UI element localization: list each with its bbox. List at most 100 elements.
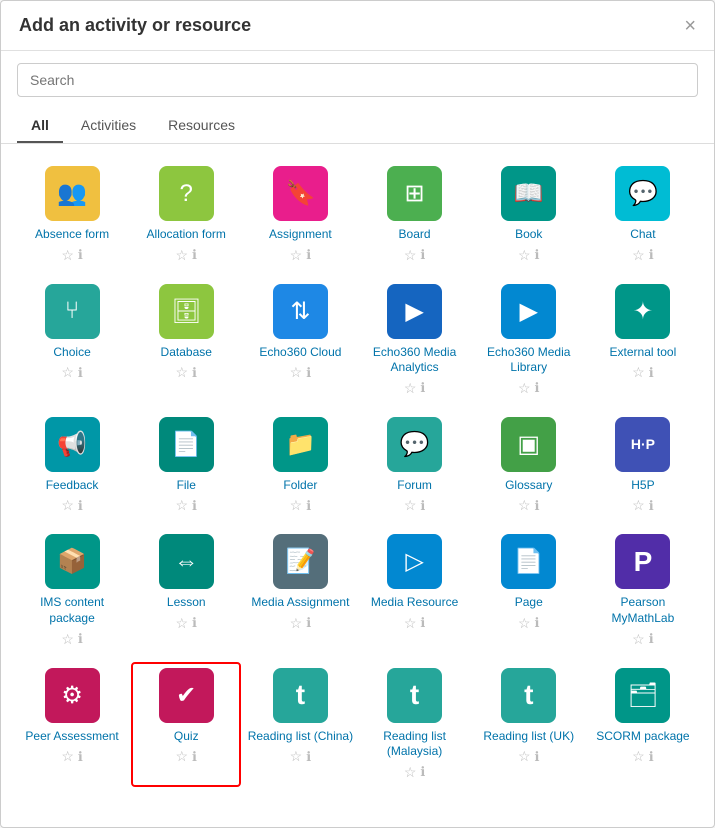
h5p-label[interactable]: H5P — [631, 478, 654, 494]
feedback-info[interactable]: ℹ — [78, 498, 83, 514]
absence-form-star[interactable]: ☆ — [61, 247, 74, 264]
database-info[interactable]: ℹ — [192, 365, 197, 381]
tab-resources[interactable]: Resources — [154, 109, 249, 143]
feedback-star[interactable]: ☆ — [61, 497, 74, 514]
chat-star[interactable]: ☆ — [632, 247, 645, 264]
reading-list-malaysia-label[interactable]: Reading list (Malaysia) — [361, 729, 467, 760]
reading-list-uk-label[interactable]: Reading list (UK) — [483, 729, 574, 745]
external-tool-info[interactable]: ℹ — [649, 365, 654, 381]
board-info[interactable]: ℹ — [420, 247, 425, 263]
tab-activities[interactable]: Activities — [67, 109, 150, 143]
media-resource-info[interactable]: ℹ — [420, 615, 425, 631]
reading-list-china-label[interactable]: Reading list (China) — [248, 729, 353, 745]
glossary-info[interactable]: ℹ — [535, 498, 540, 514]
reading-list-uk-star[interactable]: ☆ — [518, 748, 531, 765]
reading-list-malaysia-star[interactable]: ☆ — [404, 764, 417, 781]
close-button[interactable]: × — [684, 16, 696, 36]
quiz-label[interactable]: Quiz — [174, 729, 199, 745]
pearson-mymathlab-label[interactable]: Pearson MyMathLab — [590, 595, 696, 626]
absence-form-info[interactable]: ℹ — [78, 247, 83, 263]
peer-assessment-star[interactable]: ☆ — [61, 748, 74, 765]
forum-star[interactable]: ☆ — [404, 497, 417, 514]
page-label[interactable]: Page — [515, 595, 543, 611]
allocation-form-label[interactable]: Allocation form — [147, 227, 226, 243]
file-info[interactable]: ℹ — [192, 498, 197, 514]
choice-star[interactable]: ☆ — [61, 364, 74, 381]
ims-content-package-info[interactable]: ℹ — [78, 631, 83, 647]
page-info[interactable]: ℹ — [535, 615, 540, 631]
echo360-media-library-star[interactable]: ☆ — [518, 380, 531, 397]
folder-star[interactable]: ☆ — [290, 497, 303, 514]
file-star[interactable]: ☆ — [175, 497, 188, 514]
lesson-label[interactable]: Lesson — [167, 595, 206, 611]
allocation-form-info[interactable]: ℹ — [192, 247, 197, 263]
choice-info[interactable]: ℹ — [78, 365, 83, 381]
chat-label[interactable]: Chat — [630, 227, 655, 243]
glossary-star[interactable]: ☆ — [518, 497, 531, 514]
allocation-form-star[interactable]: ☆ — [175, 247, 188, 264]
echo360-cloud-info[interactable]: ℹ — [306, 365, 311, 381]
external-tool-star[interactable]: ☆ — [632, 364, 645, 381]
item-choice: ⑂Choice☆ℹ — [17, 278, 127, 403]
lesson-info[interactable]: ℹ — [192, 615, 197, 631]
folder-label[interactable]: Folder — [283, 478, 317, 494]
scorm-package-star[interactable]: ☆ — [632, 748, 645, 765]
assignment-info[interactable]: ℹ — [306, 247, 311, 263]
ims-content-package-label[interactable]: IMS content package — [19, 595, 125, 626]
peer-assessment-label[interactable]: Peer Assessment — [25, 729, 118, 745]
h5p-star[interactable]: ☆ — [632, 497, 645, 514]
echo360-media-analytics-label[interactable]: Echo360 Media Analytics — [361, 345, 467, 376]
echo360-media-analytics-star[interactable]: ☆ — [404, 380, 417, 397]
media-resource-label[interactable]: Media Resource — [371, 595, 458, 611]
reading-list-uk-info[interactable]: ℹ — [535, 749, 540, 765]
echo360-cloud-star[interactable]: ☆ — [290, 364, 303, 381]
assignment-star[interactable]: ☆ — [290, 247, 303, 264]
chat-info[interactable]: ℹ — [649, 247, 654, 263]
scorm-package-info[interactable]: ℹ — [649, 749, 654, 765]
echo360-media-library-info[interactable]: ℹ — [535, 380, 540, 396]
quiz-star[interactable]: ☆ — [175, 748, 188, 765]
search-input[interactable] — [17, 63, 698, 97]
item-chat: 💬Chat☆ℹ — [588, 160, 698, 270]
pearson-mymathlab-info[interactable]: ℹ — [649, 631, 654, 647]
media-assignment-star[interactable]: ☆ — [290, 615, 303, 632]
quiz-info[interactable]: ℹ — [192, 749, 197, 765]
scorm-package-label[interactable]: SCORM package — [596, 729, 689, 745]
file-label[interactable]: File — [177, 478, 196, 494]
echo360-media-analytics-info[interactable]: ℹ — [420, 380, 425, 396]
database-star[interactable]: ☆ — [175, 364, 188, 381]
book-star[interactable]: ☆ — [518, 247, 531, 264]
external-tool-label[interactable]: External tool — [610, 345, 677, 361]
board-star[interactable]: ☆ — [404, 247, 417, 264]
reading-list-china-star[interactable]: ☆ — [290, 748, 303, 765]
h5p-info[interactable]: ℹ — [649, 498, 654, 514]
book-info[interactable]: ℹ — [535, 247, 540, 263]
ims-content-package-star[interactable]: ☆ — [61, 631, 74, 648]
choice-label[interactable]: Choice — [53, 345, 90, 361]
book-label[interactable]: Book — [515, 227, 542, 243]
page-star[interactable]: ☆ — [518, 615, 531, 632]
echo360-cloud-label[interactable]: Echo360 Cloud — [259, 345, 341, 361]
glossary-label[interactable]: Glossary — [505, 478, 552, 494]
echo360-media-library-label[interactable]: Echo360 Media Library — [476, 345, 582, 376]
reading-list-malaysia-info[interactable]: ℹ — [420, 764, 425, 780]
assignment-label[interactable]: Assignment — [269, 227, 332, 243]
media-assignment-label[interactable]: Media Assignment — [251, 595, 349, 611]
forum-info[interactable]: ℹ — [420, 498, 425, 514]
tab-all[interactable]: All — [17, 109, 63, 143]
board-label[interactable]: Board — [399, 227, 431, 243]
media-assignment-info[interactable]: ℹ — [306, 615, 311, 631]
pearson-mymathlab-star[interactable]: ☆ — [632, 631, 645, 648]
forum-label[interactable]: Forum — [397, 478, 432, 494]
database-label[interactable]: Database — [161, 345, 212, 361]
reading-list-china-actions: ☆ℹ — [290, 748, 312, 765]
feedback-label[interactable]: Feedback — [46, 478, 99, 494]
item-echo360-media-library: ▶Echo360 Media Library☆ℹ — [474, 278, 584, 403]
scorm-package-actions: ☆ℹ — [632, 748, 654, 765]
absence-form-label[interactable]: Absence form — [35, 227, 109, 243]
reading-list-china-info[interactable]: ℹ — [306, 749, 311, 765]
media-resource-star[interactable]: ☆ — [404, 615, 417, 632]
peer-assessment-info[interactable]: ℹ — [78, 749, 83, 765]
lesson-star[interactable]: ☆ — [175, 615, 188, 632]
folder-info[interactable]: ℹ — [306, 498, 311, 514]
